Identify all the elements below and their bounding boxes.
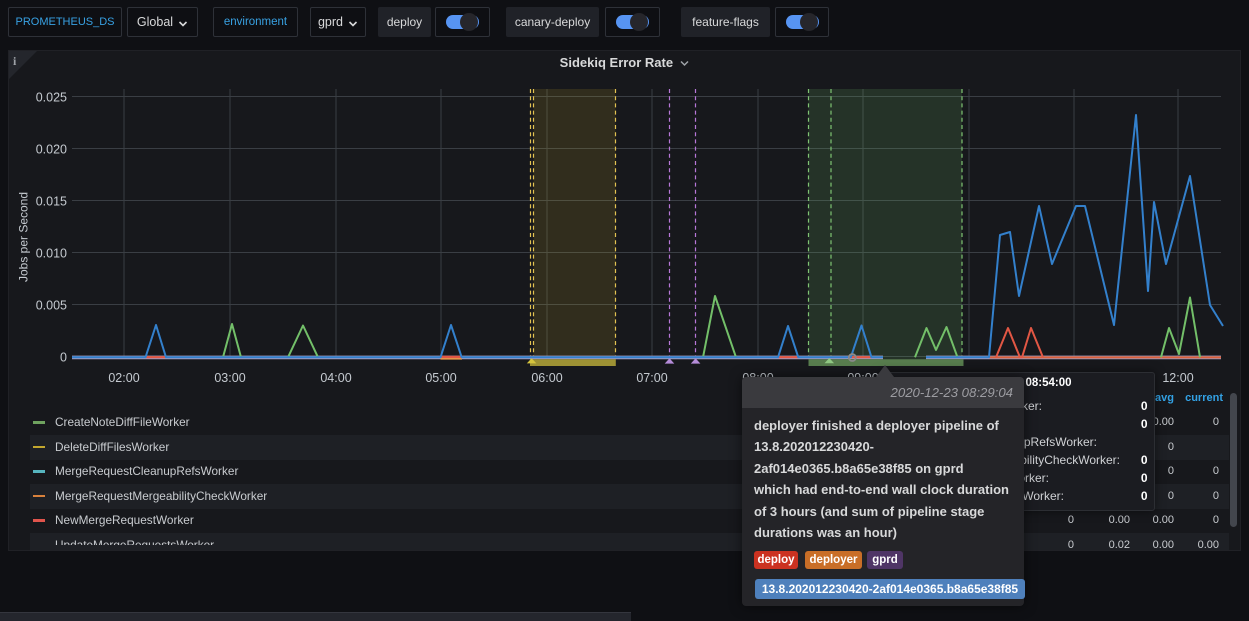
svg-text:0.020: 0.020 (36, 143, 67, 157)
svg-text:0.005: 0.005 (36, 299, 67, 313)
svg-text:02:00: 02:00 (108, 371, 139, 385)
svg-text:07:00: 07:00 (636, 371, 667, 385)
svg-text:0.015: 0.015 (36, 195, 67, 209)
svg-text:0.025: 0.025 (36, 91, 67, 105)
svg-text:0.010: 0.010 (36, 247, 67, 261)
svg-text:Jobs per Second: Jobs per Second (17, 192, 31, 282)
svg-text:04:00: 04:00 (320, 371, 351, 385)
svg-text:06:00: 06:00 (531, 371, 562, 385)
svg-text:05:00: 05:00 (425, 371, 456, 385)
svg-text:03:00: 03:00 (214, 371, 245, 385)
svg-text:12:00: 12:00 (1162, 371, 1193, 385)
svg-text:0: 0 (60, 351, 67, 365)
